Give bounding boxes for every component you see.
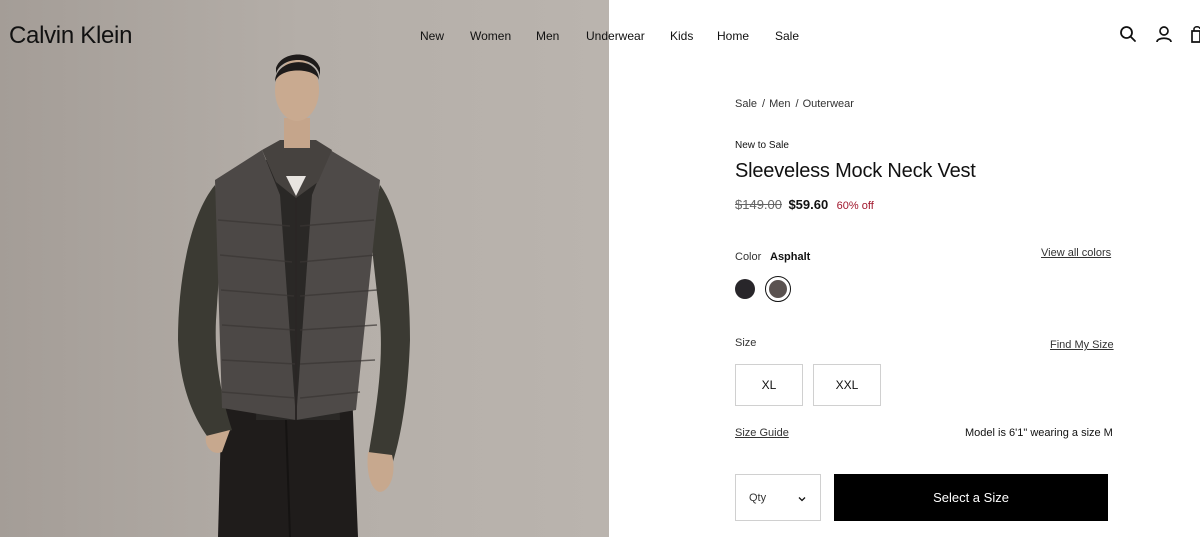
- account-icon[interactable]: [1155, 25, 1173, 48]
- product-title: Sleeveless Mock Neck Vest: [735, 160, 976, 182]
- quantity-select[interactable]: Qty: [735, 474, 821, 521]
- view-all-colors-link[interactable]: View all colors: [1041, 247, 1111, 259]
- breadcrumb-separator: /: [795, 98, 799, 110]
- nav-item-men[interactable]: Men: [536, 29, 559, 43]
- breadcrumb-separator: /: [762, 98, 766, 110]
- sale-price: $59.60: [788, 197, 829, 212]
- product-image[interactable]: [0, 0, 609, 537]
- select-size-button[interactable]: Select a Size: [834, 474, 1108, 521]
- model-photo: [0, 0, 609, 537]
- breadcrumb-outerwear[interactable]: Outerwear: [803, 98, 854, 110]
- find-my-size-link[interactable]: Find My Size: [1050, 339, 1114, 351]
- price-block: $149.00 $59.60 60% off: [735, 196, 874, 214]
- color-label: Color: [735, 251, 762, 263]
- breadcrumb-men[interactable]: Men: [769, 98, 790, 110]
- original-price: $149.00: [735, 197, 782, 212]
- nav-item-women[interactable]: Women: [470, 29, 511, 43]
- search-icon[interactable]: [1119, 25, 1137, 48]
- quantity-label: Qty: [749, 492, 767, 504]
- model-size-info: Model is 6'1" wearing a size M: [965, 427, 1113, 439]
- color-value: Asphalt: [770, 251, 811, 263]
- color-swatch-black[interactable]: [735, 279, 755, 299]
- size-guide-link[interactable]: Size Guide: [735, 427, 789, 439]
- nav-item-kids[interactable]: Kids: [670, 29, 693, 43]
- chevron-down-icon: [797, 491, 807, 509]
- nav-item-sale[interactable]: Sale: [775, 29, 799, 43]
- breadcrumb-sale[interactable]: Sale: [735, 98, 757, 110]
- bag-icon[interactable]: [1191, 25, 1200, 48]
- nav-item-new[interactable]: New: [420, 29, 444, 43]
- breadcrumb: Sale / Men / Outerwear: [735, 98, 857, 110]
- sale-badge: New to Sale: [735, 140, 789, 151]
- size-label: Size: [735, 337, 757, 349]
- nav-item-home[interactable]: Home: [717, 29, 749, 43]
- nav-item-underwear[interactable]: Underwear: [586, 29, 645, 43]
- discount-label: 60% off: [836, 200, 874, 212]
- size-option-xxl[interactable]: XXL: [813, 364, 881, 406]
- color-swatch-asphalt[interactable]: [769, 280, 787, 298]
- main-nav: New Women Men Underwear Kids Home Sale: [0, 29, 1200, 45]
- size-option-xl[interactable]: XL: [735, 364, 803, 406]
